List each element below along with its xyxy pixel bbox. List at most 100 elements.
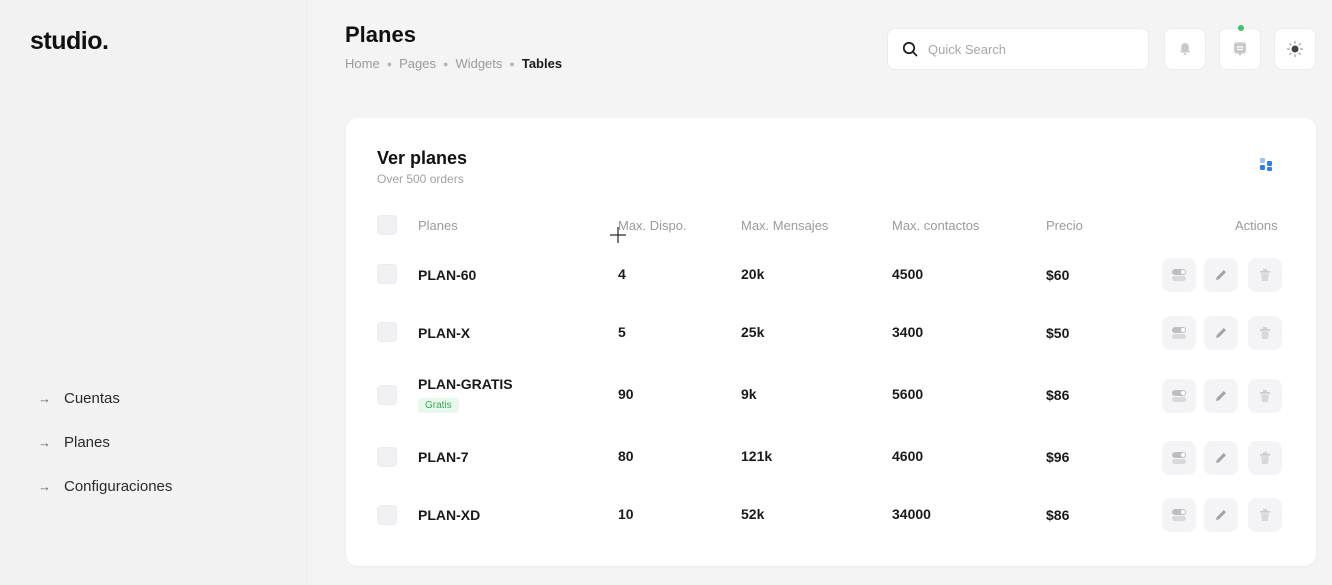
max-mensajes: 52k	[741, 506, 765, 522]
pencil-icon	[1216, 328, 1226, 338]
delete-button[interactable]	[1248, 316, 1282, 350]
breadcrumb-home[interactable]: Home	[345, 56, 380, 71]
toggle-icon	[1172, 269, 1186, 281]
card-title: Ver planes	[377, 148, 468, 168]
edit-button[interactable]	[1204, 441, 1238, 475]
max-dispo: 4	[618, 266, 626, 282]
row-checkbox[interactable]	[377, 322, 397, 342]
sidebar-nav: → Cuentas → Planes → Configuraciones	[38, 387, 172, 519]
card-subtitle: Over 500 orders	[377, 172, 464, 186]
precio: $86	[1046, 387, 1070, 403]
precio: $96	[1046, 449, 1070, 465]
edit-button[interactable]	[1204, 498, 1238, 532]
sidebar-item-cuentas[interactable]: → Cuentas	[38, 387, 172, 409]
toggle-button[interactable]	[1162, 316, 1196, 350]
toggle-icon	[1172, 327, 1186, 339]
max-mensajes: 9k	[741, 386, 757, 402]
toggle-button[interactable]	[1162, 379, 1196, 413]
edit-button[interactable]	[1204, 379, 1238, 413]
page-title: Planes	[345, 22, 416, 47]
search-icon	[902, 41, 918, 57]
edit-button[interactable]	[1204, 258, 1238, 292]
table-row: PLAN-XD 10 52k 34000 $86	[346, 487, 1316, 545]
precio: $60	[1046, 267, 1070, 283]
search-box[interactable]	[887, 28, 1149, 70]
column-header-dispo: Max. Dispo.	[618, 218, 687, 233]
breadcrumb-separator: ●	[443, 58, 449, 69]
max-mensajes: 121k	[741, 448, 773, 464]
sidebar-item-configuraciones[interactable]: → Configuraciones	[38, 475, 172, 497]
max-dispo: 80	[618, 448, 634, 464]
plan-badge: Gratis	[418, 398, 459, 413]
max-dispo: 10	[618, 506, 634, 522]
column-header-precio: Precio	[1046, 218, 1083, 233]
row-checkbox[interactable]	[377, 264, 397, 284]
table-row: PLAN-7 80 121k 4600 $96	[346, 428, 1316, 486]
edit-button[interactable]	[1204, 316, 1238, 350]
app-logo[interactable]: studio.	[30, 27, 109, 56]
main-content: Planes Home ● Pages ● Widgets ● Tables Q…	[309, 0, 1332, 585]
plan-name: PLAN-GRATIS	[418, 376, 513, 392]
pencil-icon	[1216, 510, 1226, 520]
max-contactos: 3400	[892, 324, 924, 340]
breadcrumb-tables: Tables	[521, 56, 563, 71]
breadcrumb-pages[interactable]: Pages	[399, 56, 436, 71]
toggle-button[interactable]	[1162, 498, 1196, 532]
plan-name: PLAN-60	[418, 267, 477, 283]
breadcrumb-separator: ●	[509, 58, 515, 69]
grid-menu-icon[interactable]	[1258, 156, 1274, 172]
pencil-icon	[1216, 270, 1226, 280]
crosshair-cursor-icon	[610, 227, 626, 243]
delete-button[interactable]	[1248, 498, 1282, 532]
toggle-icon	[1172, 509, 1186, 521]
chat-icon	[1234, 42, 1246, 56]
breadcrumb: Home ● Pages ● Widgets ● Tables	[345, 56, 562, 71]
row-checkbox[interactable]	[377, 385, 397, 405]
max-contactos: 4500	[892, 266, 924, 282]
max-dispo: 5	[618, 324, 626, 340]
table-row: PLAN-X 5 25k 3400 $50	[346, 304, 1316, 362]
select-all-checkbox[interactable]	[377, 215, 397, 235]
messages-button[interactable]	[1219, 25, 1261, 70]
max-mensajes: 25k	[741, 324, 765, 340]
precio: $50	[1046, 325, 1070, 341]
sidebar-item-label: Configuraciones	[64, 477, 173, 495]
sidebar: studio. → Cuentas → Planes → Configuraci…	[0, 0, 308, 585]
column-header-mensajes: Max. Mensajes	[741, 218, 829, 233]
pencil-icon	[1216, 391, 1226, 401]
plan-name: PLAN-XD	[418, 507, 481, 523]
trash-icon	[1260, 509, 1270, 521]
trash-icon	[1260, 269, 1270, 281]
arrow-right-icon: →	[38, 478, 51, 494]
arrow-right-icon: →	[38, 434, 51, 450]
notification-dot	[1238, 25, 1244, 31]
table-row: PLAN-GRATIS Gratis 90 9k 5600 $86	[346, 366, 1316, 424]
delete-button[interactable]	[1248, 379, 1282, 413]
row-checkbox[interactable]	[377, 505, 397, 525]
max-mensajes: 20k	[741, 266, 765, 282]
arrow-right-icon: →	[38, 390, 51, 406]
delete-button[interactable]	[1248, 258, 1282, 292]
breadcrumb-separator: ●	[386, 58, 393, 69]
column-header-contactos: Max. contactos	[892, 218, 980, 233]
plans-card: Ver planes Over 500 orders Planes Max. D…	[346, 118, 1316, 566]
breadcrumb-widgets[interactable]: Widgets	[455, 56, 502, 71]
notifications-button[interactable]	[1164, 28, 1206, 70]
theme-toggle-button[interactable]	[1274, 28, 1316, 70]
row-checkbox[interactable]	[377, 447, 397, 467]
column-header-planes: Planes	[418, 218, 458, 233]
plan-name: PLAN-X	[418, 325, 471, 341]
bell-icon	[1180, 43, 1190, 55]
precio: $86	[1046, 507, 1070, 523]
pencil-icon	[1216, 453, 1226, 463]
delete-button[interactable]	[1248, 441, 1282, 475]
sidebar-item-label: Cuentas	[64, 389, 120, 407]
max-contactos: 34000	[892, 506, 931, 522]
toggle-icon	[1172, 452, 1186, 464]
plan-name: PLAN-7	[418, 449, 469, 465]
toggle-button[interactable]	[1162, 441, 1196, 475]
search-input[interactable]	[928, 41, 1128, 57]
toggle-button[interactable]	[1162, 258, 1196, 292]
sidebar-item-planes[interactable]: → Planes	[38, 431, 172, 453]
table-row: PLAN-60 4 20k 4500 $60	[346, 246, 1316, 304]
